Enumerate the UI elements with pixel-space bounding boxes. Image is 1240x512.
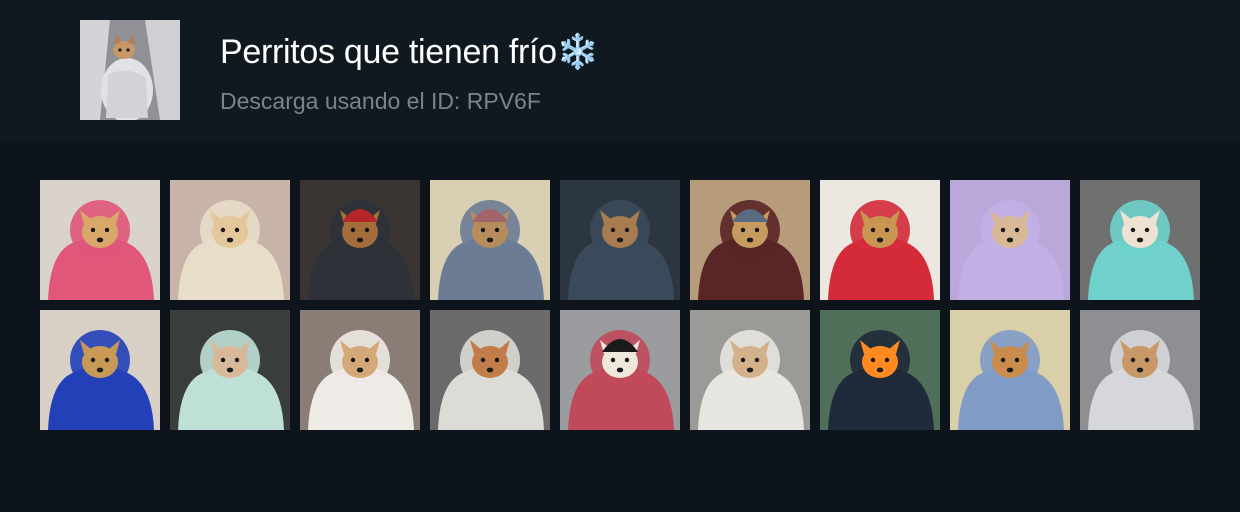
sticker-puppy-plaid-blanket[interactable]	[950, 310, 1070, 430]
sticker-dog-campfire-mountains[interactable]	[820, 310, 940, 430]
sticker-image	[430, 310, 550, 430]
sticker-chihuahua-white-towel[interactable]	[300, 310, 420, 430]
pack-thumbnail-image	[80, 20, 180, 120]
sticker-dog-blue-hoodie-couch[interactable]	[430, 180, 550, 300]
sticker-image	[1080, 310, 1200, 430]
sticker-chihuahua-dark-hood-closeup[interactable]	[560, 180, 680, 300]
sticker-dog-maroon-sweater-beanie[interactable]	[690, 180, 810, 300]
sticker-puppy-white-fur-blanket[interactable]	[690, 310, 810, 430]
sticker-dog-blue-hoodie[interactable]	[40, 310, 160, 430]
pack-subtitle: Descarga usando el ID: RPV6F	[220, 88, 541, 114]
sticker-image	[1080, 180, 1200, 300]
sticker-chihuahua-headphones[interactable]	[560, 310, 680, 430]
pack-header: Perritos que tienen frío❄️ Descarga usan…	[0, 0, 1240, 141]
sticker-image	[40, 180, 160, 300]
pack-title: Perritos que tienen frío❄️	[220, 33, 599, 71]
sticker-image	[820, 310, 940, 430]
sticker-image	[950, 180, 1070, 300]
sticker-image	[560, 310, 680, 430]
sticker-image	[690, 180, 810, 300]
sticker-dog-mint-blanket-car[interactable]	[170, 310, 290, 430]
sticker-image	[170, 180, 290, 300]
sticker-puppy-cream-hoodie[interactable]	[170, 180, 290, 300]
sticker-image	[950, 310, 1070, 430]
sticker-dog-grey-blanket-couch[interactable]	[430, 310, 550, 430]
sticker-image	[560, 180, 680, 300]
sticker-image	[40, 310, 160, 430]
sticker-image	[300, 310, 420, 430]
sticker-image	[170, 310, 290, 430]
pack-thumbnail	[80, 20, 180, 120]
sticker-image	[690, 310, 810, 430]
sticker-chihuahua-lilac-blanket[interactable]	[950, 180, 1070, 300]
sticker-chihuahua-teal-blanket[interactable]	[1080, 180, 1200, 300]
sticker-dog-red-beanie-sunglasses[interactable]	[300, 180, 420, 300]
sticker-image	[820, 180, 940, 300]
sticker-puppy-sleeping-pink-blanket[interactable]	[40, 180, 160, 300]
sticker-dog-red-puffer-jacket[interactable]	[820, 180, 940, 300]
sticker-image	[300, 180, 420, 300]
sticker-dog-white-blanket-bed[interactable]	[1080, 310, 1200, 430]
sticker-image	[430, 180, 550, 300]
